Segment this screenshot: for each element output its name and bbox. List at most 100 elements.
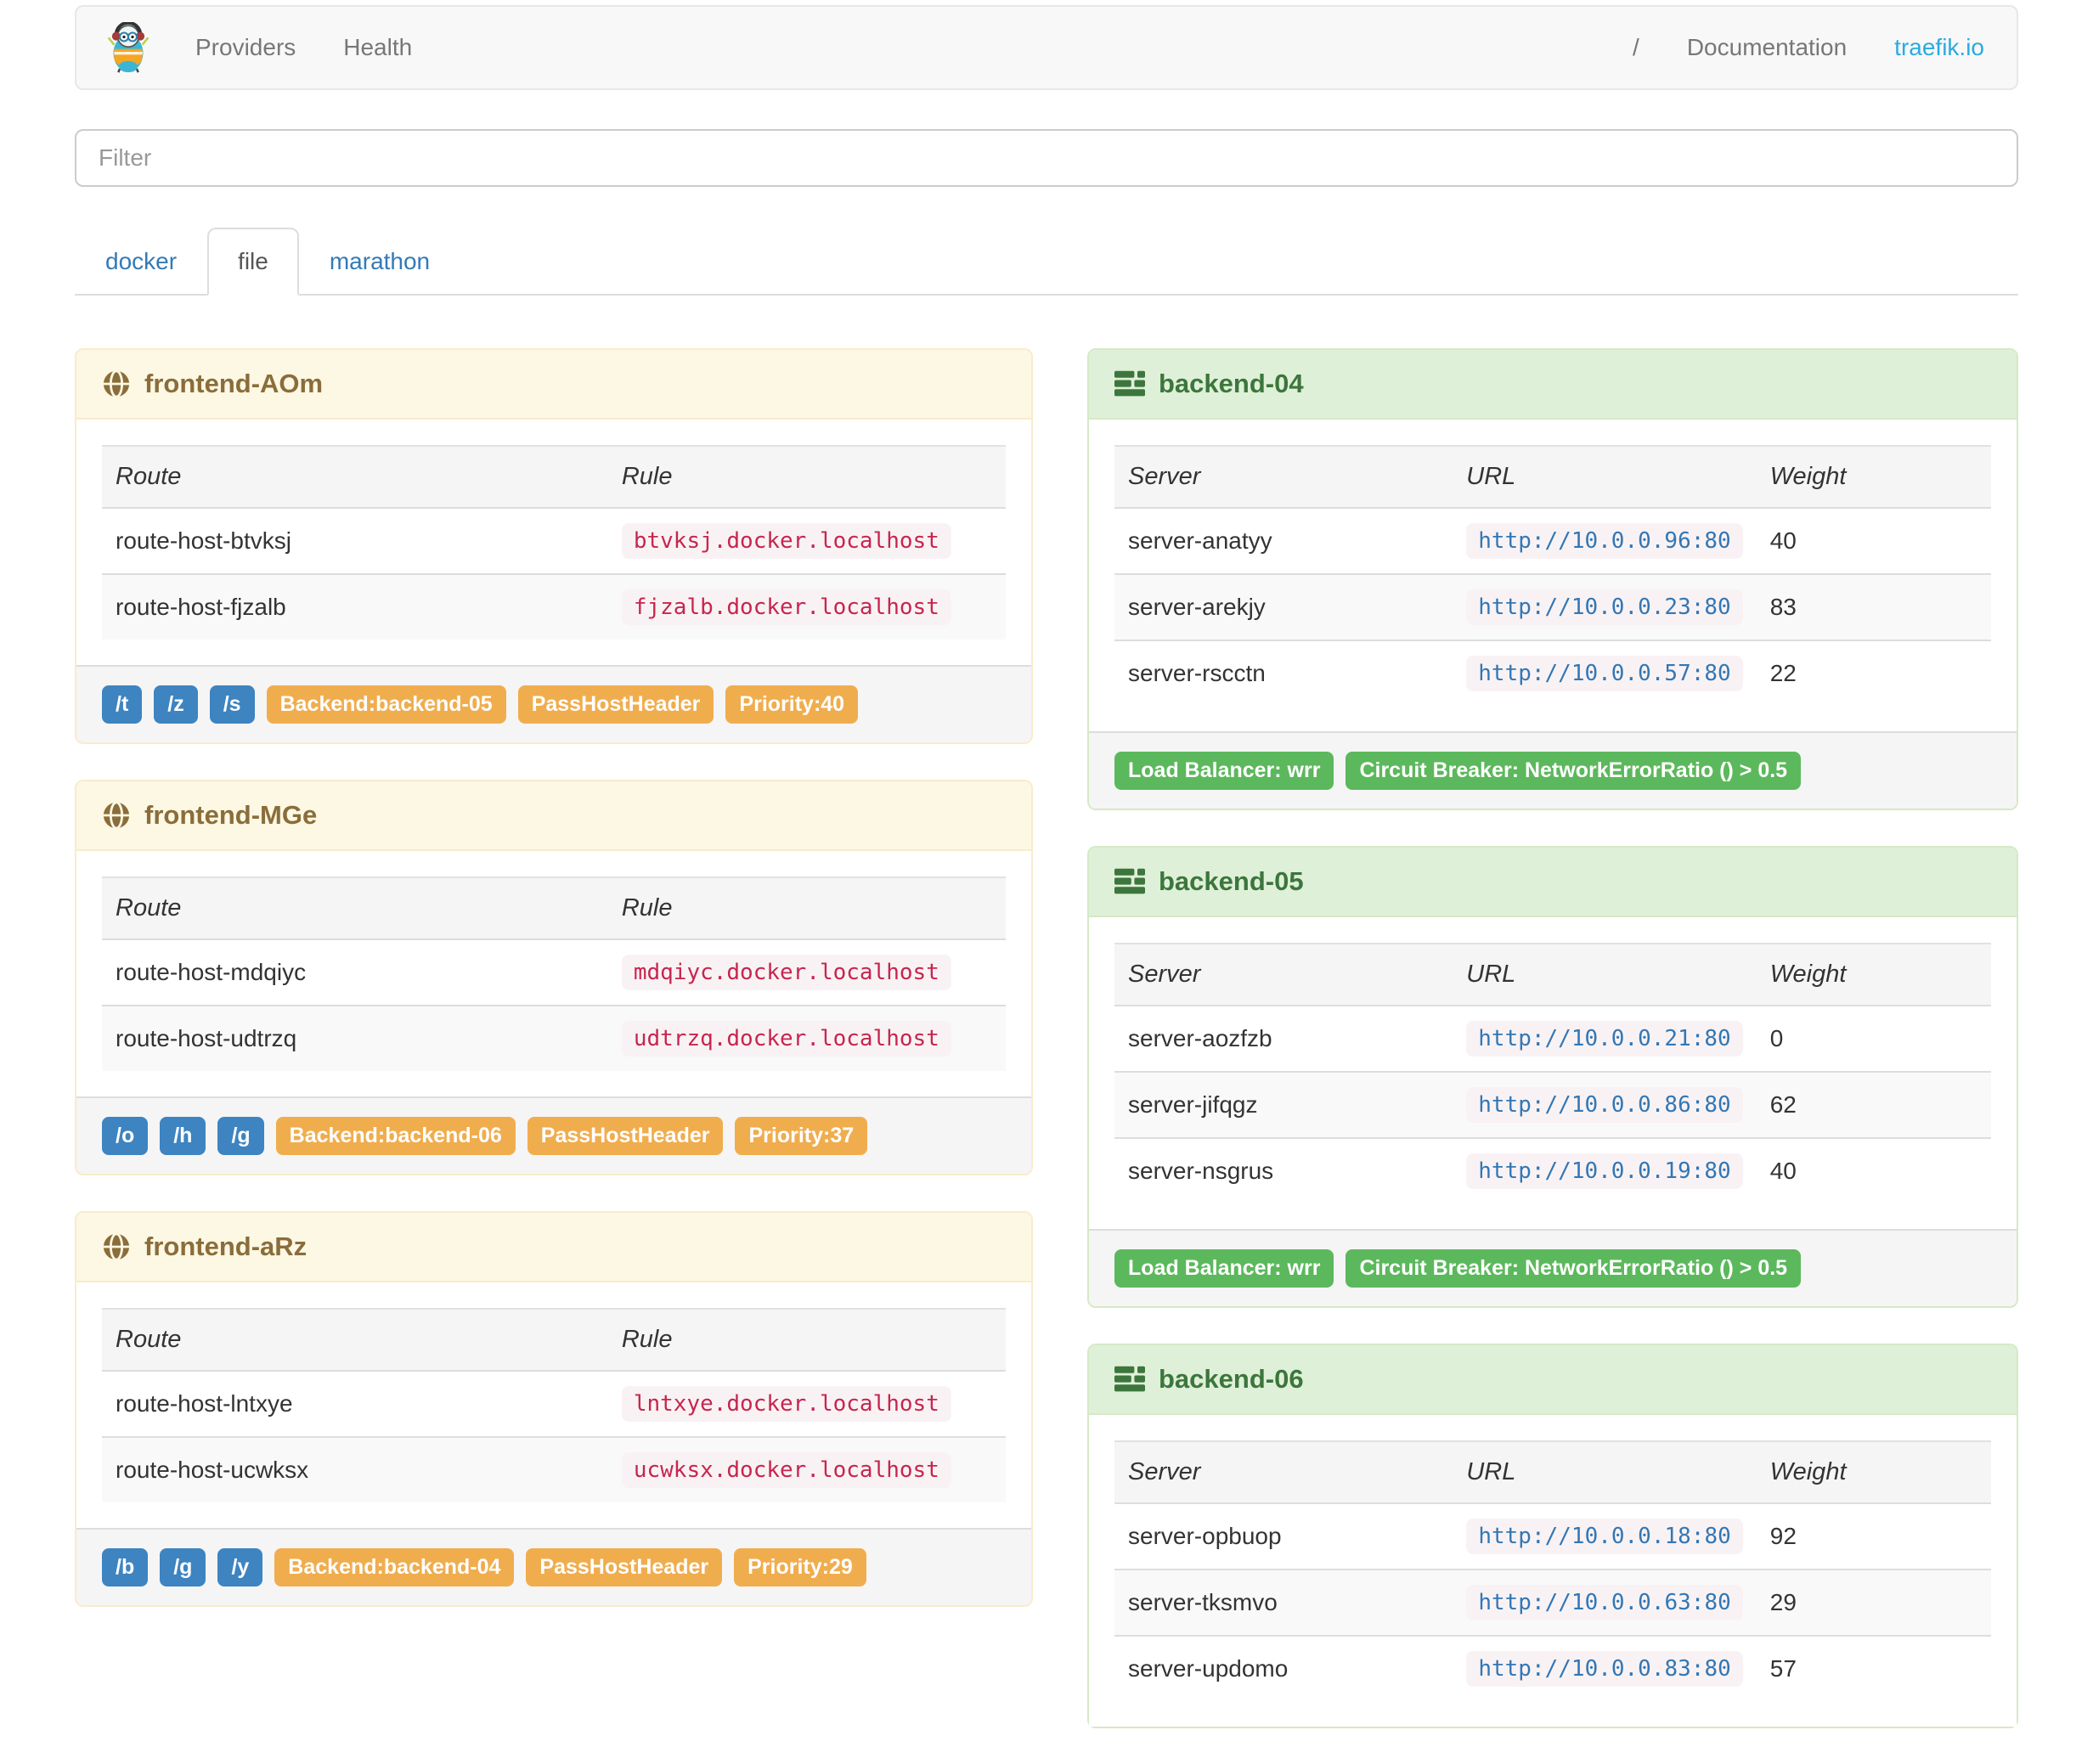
rule-value: mdqiyc.docker.localhost — [621, 955, 951, 990]
rule-value: btvksj.docker.localhost — [621, 523, 951, 559]
route-name: route-host-mdqiyc — [116, 959, 307, 985]
nav-traefik-io-link[interactable]: traefik.io — [1870, 34, 2008, 61]
frontends-column: frontend-AOm Route Rule route-host-btvks… — [75, 348, 1033, 1643]
frontend-card: frontend-MGe Route Rule route-host-mdqiy… — [75, 780, 1033, 1175]
table-header-row: Route Rule — [102, 446, 1006, 509]
filter-input[interactable] — [75, 129, 2018, 187]
passhostheader-badge: PassHostHeader — [527, 1117, 724, 1155]
rule-value: udtrzq.docker.localhost — [621, 1021, 951, 1057]
frontend-title: frontend-MGe — [144, 800, 318, 830]
backend-card-footer: Load Balancer: wrr Circuit Breaker: Netw… — [1089, 731, 2017, 809]
servers-table: Server URL Weight server-opbuop http://1… — [1114, 1440, 1991, 1701]
route-name: route-host-btvksj — [116, 527, 291, 554]
table-row: server-arekjy http://10.0.0.23:80 83 — [1114, 573, 1991, 640]
backend-card-header: backend-05 — [1089, 848, 2017, 917]
routes-table: Route Rule route-host-lntxye lntxye.dock… — [102, 1308, 1006, 1502]
route-name: route-host-udtrzq — [102, 1005, 608, 1071]
load-balancer-badge: Load Balancer: wrr — [1114, 752, 1334, 790]
server-url: http://10.0.0.86:80 — [1466, 1087, 1743, 1123]
server-name: server-tksmvo — [1114, 1569, 1453, 1636]
server-column-header: Server — [1114, 446, 1453, 509]
frontend-title: frontend-AOm — [144, 369, 324, 398]
frontend-card-header: frontend-aRz — [76, 1213, 1031, 1282]
server-weight: 62 — [1756, 1071, 1991, 1138]
nav-health-link[interactable]: Health — [319, 34, 436, 61]
backend-card-body: Server URL Weight server-aozfzb http://1… — [1089, 917, 2017, 1229]
tab-marathon[interactable]: marathon — [299, 228, 460, 296]
table-row: route-host-btvksj btvksj.docker.localhos… — [102, 508, 1006, 574]
rule-column-header: Rule — [607, 877, 1006, 940]
navbar: Providers Health / Documentation traefik… — [75, 5, 2018, 90]
provider-tabs: docker file marathon — [75, 228, 2018, 296]
tab-file[interactable]: file — [207, 228, 299, 296]
url-column-header: URL — [1453, 944, 1757, 1006]
server-name: server-nsgrus — [1114, 1137, 1453, 1203]
priority-badge: Priority:37 — [735, 1117, 868, 1155]
routes-table: Route Rule route-host-btvksj btvksj.dock… — [102, 445, 1006, 640]
nav-providers-link[interactable]: Providers — [172, 34, 319, 61]
server-weight: 40 — [1756, 1137, 1991, 1203]
table-row: server-updomo http://10.0.0.83:80 57 — [1114, 1635, 1991, 1701]
server-name: server-jifqgz — [1114, 1071, 1453, 1138]
server-url: http://10.0.0.21:80 — [1466, 1021, 1743, 1057]
server-name: server-rscctn — [1114, 640, 1453, 706]
table-header-row: Server URL Weight — [1114, 944, 1991, 1006]
server-weight: 83 — [1756, 573, 1991, 640]
table-row: server-rscctn http://10.0.0.57:80 22 — [1114, 640, 1991, 706]
backend-card-body: Server URL Weight server-opbuop http://1… — [1089, 1415, 2017, 1727]
backend-card-header: backend-04 — [1089, 350, 2017, 420]
traefik-brand[interactable] — [85, 22, 172, 73]
table-row: route-host-ucwksx ucwksx.docker.localhos… — [102, 1436, 1006, 1502]
server-name: server-opbuop — [1128, 1523, 1282, 1549]
frontend-card-body: Route Rule route-host-lntxye lntxye.dock… — [76, 1282, 1031, 1528]
server-name: server-anatyy — [1128, 527, 1272, 554]
rule-value: lntxye.docker.localhost — [621, 1386, 951, 1422]
weight-column-header: Weight — [1756, 1441, 1991, 1504]
navbar-right: / Documentation traefik.io — [1609, 34, 2008, 61]
table-row: server-aozfzb http://10.0.0.21:80 0 — [1114, 1006, 1991, 1072]
weight-column-header: Weight — [1756, 944, 1991, 1006]
rule-column-header: Rule — [607, 446, 1006, 509]
entrypoint-badge: /b — [102, 1548, 149, 1586]
weight-column-header: Weight — [1756, 446, 1991, 509]
frontend-card: frontend-aRz Route Rule route-host-lntxy… — [75, 1211, 1033, 1607]
route-column-header: Route — [102, 877, 608, 940]
table-row: route-host-mdqiyc mdqiyc.docker.localhos… — [102, 939, 1006, 1006]
backend-card: backend-04 Server URL Weight server-anat… — [1087, 348, 2018, 810]
backend-ref-badge: Backend:backend-05 — [266, 685, 506, 724]
server-weight: 29 — [1756, 1569, 1991, 1636]
backend-card-footer: Load Balancer: wrr Circuit Breaker: Netw… — [1089, 1229, 2017, 1306]
table-header-row: Route Rule — [102, 1309, 1006, 1372]
servers-table: Server URL Weight server-anatyy http://1… — [1114, 445, 1991, 706]
rule-value: fjzalb.docker.localhost — [621, 589, 951, 625]
backend-ref-badge: Backend:backend-04 — [274, 1548, 515, 1586]
frontend-card-footer: /b /g /y Backend:backend-04 PassHostHead… — [76, 1528, 1031, 1605]
backend-card: backend-05 Server URL Weight server-aozf… — [1087, 846, 2018, 1308]
entrypoint-badge: /g — [160, 1548, 206, 1586]
frontend-card-body: Route Rule route-host-btvksj btvksj.dock… — [76, 420, 1031, 665]
backend-card: backend-06 Server URL Weight server-opbu… — [1087, 1344, 2018, 1728]
server-weight: 0 — [1769, 1025, 1784, 1051]
frontend-card-body: Route Rule route-host-mdqiyc mdqiyc.dock… — [76, 851, 1031, 1096]
entrypoint-badge: /h — [160, 1117, 206, 1155]
globe-icon — [102, 1232, 131, 1261]
rule-value: ucwksx.docker.localhost — [621, 1452, 951, 1488]
route-name: route-host-lntxye — [116, 1390, 293, 1417]
nav-documentation-link[interactable]: Documentation — [1663, 34, 1870, 61]
server-weight: 57 — [1756, 1635, 1991, 1701]
priority-badge: Priority:29 — [734, 1548, 866, 1586]
url-column-header: URL — [1453, 1441, 1757, 1504]
entrypoint-badge: /y — [217, 1548, 263, 1586]
globe-icon — [102, 801, 131, 830]
globe-icon — [102, 369, 131, 398]
entrypoint-badge: /o — [102, 1117, 149, 1155]
entrypoint-badge: /g — [217, 1117, 264, 1155]
server-icon — [1114, 868, 1145, 895]
tab-docker[interactable]: docker — [75, 228, 207, 296]
frontend-card-footer: /t /z /s Backend:backend-05 PassHostHead… — [76, 665, 1031, 742]
table-row: route-host-lntxye lntxye.docker.localhos… — [102, 1371, 1006, 1437]
server-weight: 92 — [1769, 1523, 1797, 1549]
entrypoint-badge: /t — [102, 685, 143, 724]
frontend-card: frontend-AOm Route Rule route-host-btvks… — [75, 348, 1033, 744]
server-icon — [1114, 370, 1145, 397]
